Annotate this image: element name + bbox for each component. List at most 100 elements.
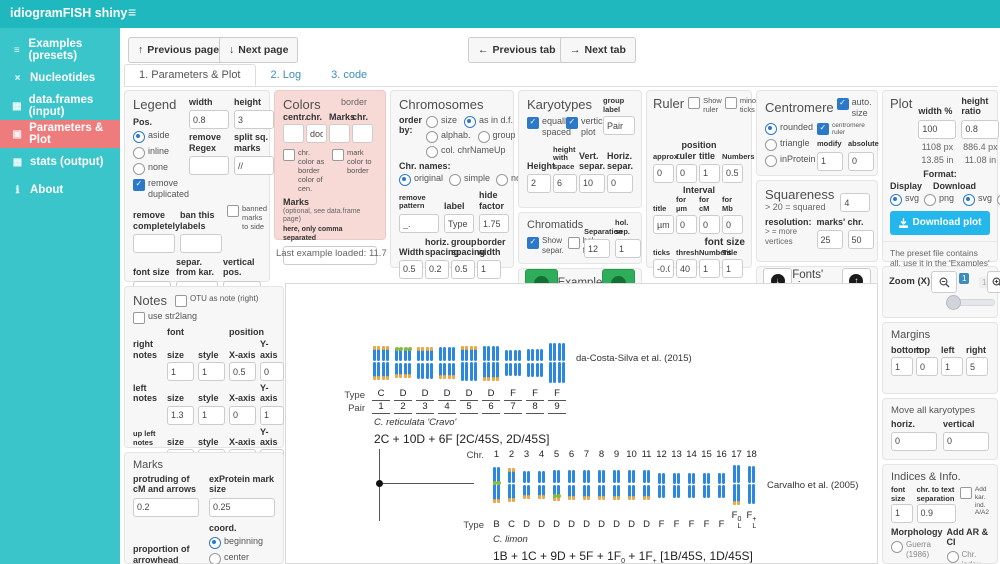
ruler-approx-input[interactable] [653, 164, 674, 183]
sidebar-item-about[interactable]: ℹ About [0, 176, 120, 204]
chrom-pattern-input[interactable] [399, 214, 439, 233]
chromatids-show-separ-checkbox[interactable] [527, 237, 539, 249]
legend-width-input[interactable] [189, 110, 229, 129]
kar-hws-input[interactable] [553, 174, 577, 193]
chrom-names-none-radio[interactable] [496, 174, 508, 186]
squareness-chr-input[interactable] [848, 230, 874, 249]
legend-remove-duplicated-checkbox[interactable] [133, 179, 145, 191]
download-plot-button[interactable]: Download plot [890, 211, 990, 235]
notes-otu-checkbox[interactable] [175, 295, 187, 307]
legend-regex-input[interactable] [189, 156, 229, 175]
plot-display-png-radio[interactable] [924, 194, 936, 206]
chrom-hspacing-input[interactable] [425, 260, 449, 279]
chrom-hide-input[interactable] [479, 214, 509, 233]
squareness-input[interactable] [840, 193, 870, 212]
morphology-guerra-radio[interactable] [891, 541, 903, 553]
sidebar-item-parameters[interactable]: ▣ Parameters & Plot [0, 120, 120, 148]
colors-border-chr-input[interactable] [352, 124, 373, 143]
chrom-order-alphab-radio[interactable] [426, 131, 438, 143]
kar-group-input[interactable] [603, 116, 635, 135]
arci-chr-index-radio[interactable] [947, 551, 959, 563]
notes-right-x-input[interactable] [229, 362, 256, 381]
chrom-names-simple-radio[interactable] [449, 174, 461, 186]
centromere-rounded-radio[interactable] [765, 123, 777, 135]
colors-centr-input[interactable] [283, 124, 304, 143]
sidebar-item-examples[interactable]: ≡ Examples (presets) [0, 36, 120, 64]
chromatids-hol-forbid-checkbox[interactable] [568, 237, 580, 249]
plot-display-svg-radio[interactable] [890, 194, 902, 206]
ruler-for-cm-input[interactable] [699, 215, 720, 234]
zoom-in-button[interactable] [987, 271, 1000, 293]
ruler-minor-ticks-checkbox[interactable] [725, 97, 737, 109]
colors-marks-input[interactable] [329, 124, 350, 143]
centromere-inprotein-radio[interactable] [765, 155, 777, 167]
ruler-font-title-input[interactable] [722, 259, 743, 278]
kar-hsep-input[interactable] [607, 174, 633, 193]
colors-chr-input[interactable] [306, 124, 327, 143]
chrom-order-chrnameup-radio[interactable] [426, 146, 438, 158]
legend-remove-completely-input[interactable] [133, 234, 175, 253]
centromere-triangle-radio[interactable] [765, 139, 777, 151]
notes-left-size-input[interactable] [167, 406, 194, 425]
legend-banned-side-checkbox[interactable] [227, 205, 239, 217]
margins-left-input[interactable] [941, 357, 963, 376]
move-horiz-input[interactable] [891, 432, 937, 451]
colors-mark-to-border-checkbox[interactable] [332, 149, 344, 161]
margins-right-input[interactable] [966, 357, 988, 376]
chrom-label-input[interactable] [444, 214, 474, 233]
sidebar-item-dataframes[interactable]: ▦ data.frames (input) [0, 92, 120, 120]
sidebar-item-nucleotides[interactable]: × Nucleotides [0, 64, 120, 92]
legend-height-input[interactable] [234, 110, 274, 129]
notes-right-y-input[interactable] [260, 362, 284, 381]
chromatids-hol-sep-input[interactable] [615, 239, 641, 258]
marks-coord-center-radio[interactable] [209, 553, 221, 564]
hamburger-menu-icon[interactable]: ≡ [128, 4, 136, 20]
ruler-title-pos-input[interactable] [699, 164, 720, 183]
tab-code[interactable]: 3. code [316, 64, 382, 86]
indices-separation-input[interactable] [917, 504, 956, 523]
kar-height-input[interactable] [527, 174, 551, 193]
ruler-font-numbers-input[interactable] [699, 259, 720, 278]
kar-vertic-plot-checkbox[interactable] [566, 117, 578, 129]
indices-font-size-input[interactable] [891, 504, 913, 523]
chrom-gspacing-input[interactable] [451, 260, 475, 279]
ruler-ticks-input[interactable] [653, 259, 674, 278]
chrom-order-group-radio[interactable] [478, 131, 490, 143]
centromere-modify-input[interactable] [817, 152, 843, 171]
sidebar-item-stats[interactable]: ▦ stats (output) [0, 148, 120, 176]
marks-coord-beginning-radio[interactable] [209, 537, 221, 549]
legend-pos-inline-radio[interactable] [133, 147, 145, 159]
chrom-width-input[interactable] [399, 260, 423, 279]
zoom-slider-handle[interactable] [946, 295, 961, 310]
legend-pos-aside-radio[interactable] [133, 131, 145, 143]
zoom-out-button[interactable] [931, 271, 957, 293]
plot-height-ratio-input[interactable] [961, 120, 999, 139]
chrom-order-asindf-radio[interactable] [464, 116, 476, 128]
ruler-thresh-input[interactable] [676, 259, 697, 278]
chrom-bwidth-input[interactable] [477, 260, 501, 279]
notes-right-size-input[interactable] [167, 362, 194, 381]
notes-str2lang-checkbox[interactable] [133, 312, 145, 324]
notes-left-style-input[interactable] [198, 406, 225, 425]
ruler-numbers-pos-input[interactable] [722, 164, 743, 183]
ruler-show-checkbox[interactable] [688, 97, 700, 109]
plot-download-svg-radio[interactable] [963, 194, 975, 206]
chrom-order-size-radio[interactable] [426, 116, 438, 128]
kar-vsep-input[interactable] [579, 174, 605, 193]
ruler-for-mb-input[interactable] [722, 215, 743, 234]
next-tab-button[interactable]: → Next tab [560, 37, 636, 63]
margins-bottom-input[interactable] [891, 357, 913, 376]
notes-right-style-input[interactable] [198, 362, 225, 381]
move-vertical-input[interactable] [943, 432, 989, 451]
ruler-ruler-input[interactable] [676, 164, 697, 183]
tab-log[interactable]: 2. Log [256, 64, 317, 86]
legend-split-input[interactable] [234, 156, 274, 175]
centromere-absolute-input[interactable] [848, 152, 874, 171]
marks-exprotein-input[interactable] [209, 498, 275, 517]
colors-chr-as-border-checkbox[interactable] [283, 149, 295, 161]
legend-pos-none-radio[interactable] [133, 163, 145, 175]
margins-top-input[interactable] [916, 357, 938, 376]
squareness-marks-input[interactable] [817, 230, 843, 249]
chrom-names-original-radio[interactable] [399, 174, 411, 186]
ruler-for-um-input[interactable] [676, 215, 697, 234]
